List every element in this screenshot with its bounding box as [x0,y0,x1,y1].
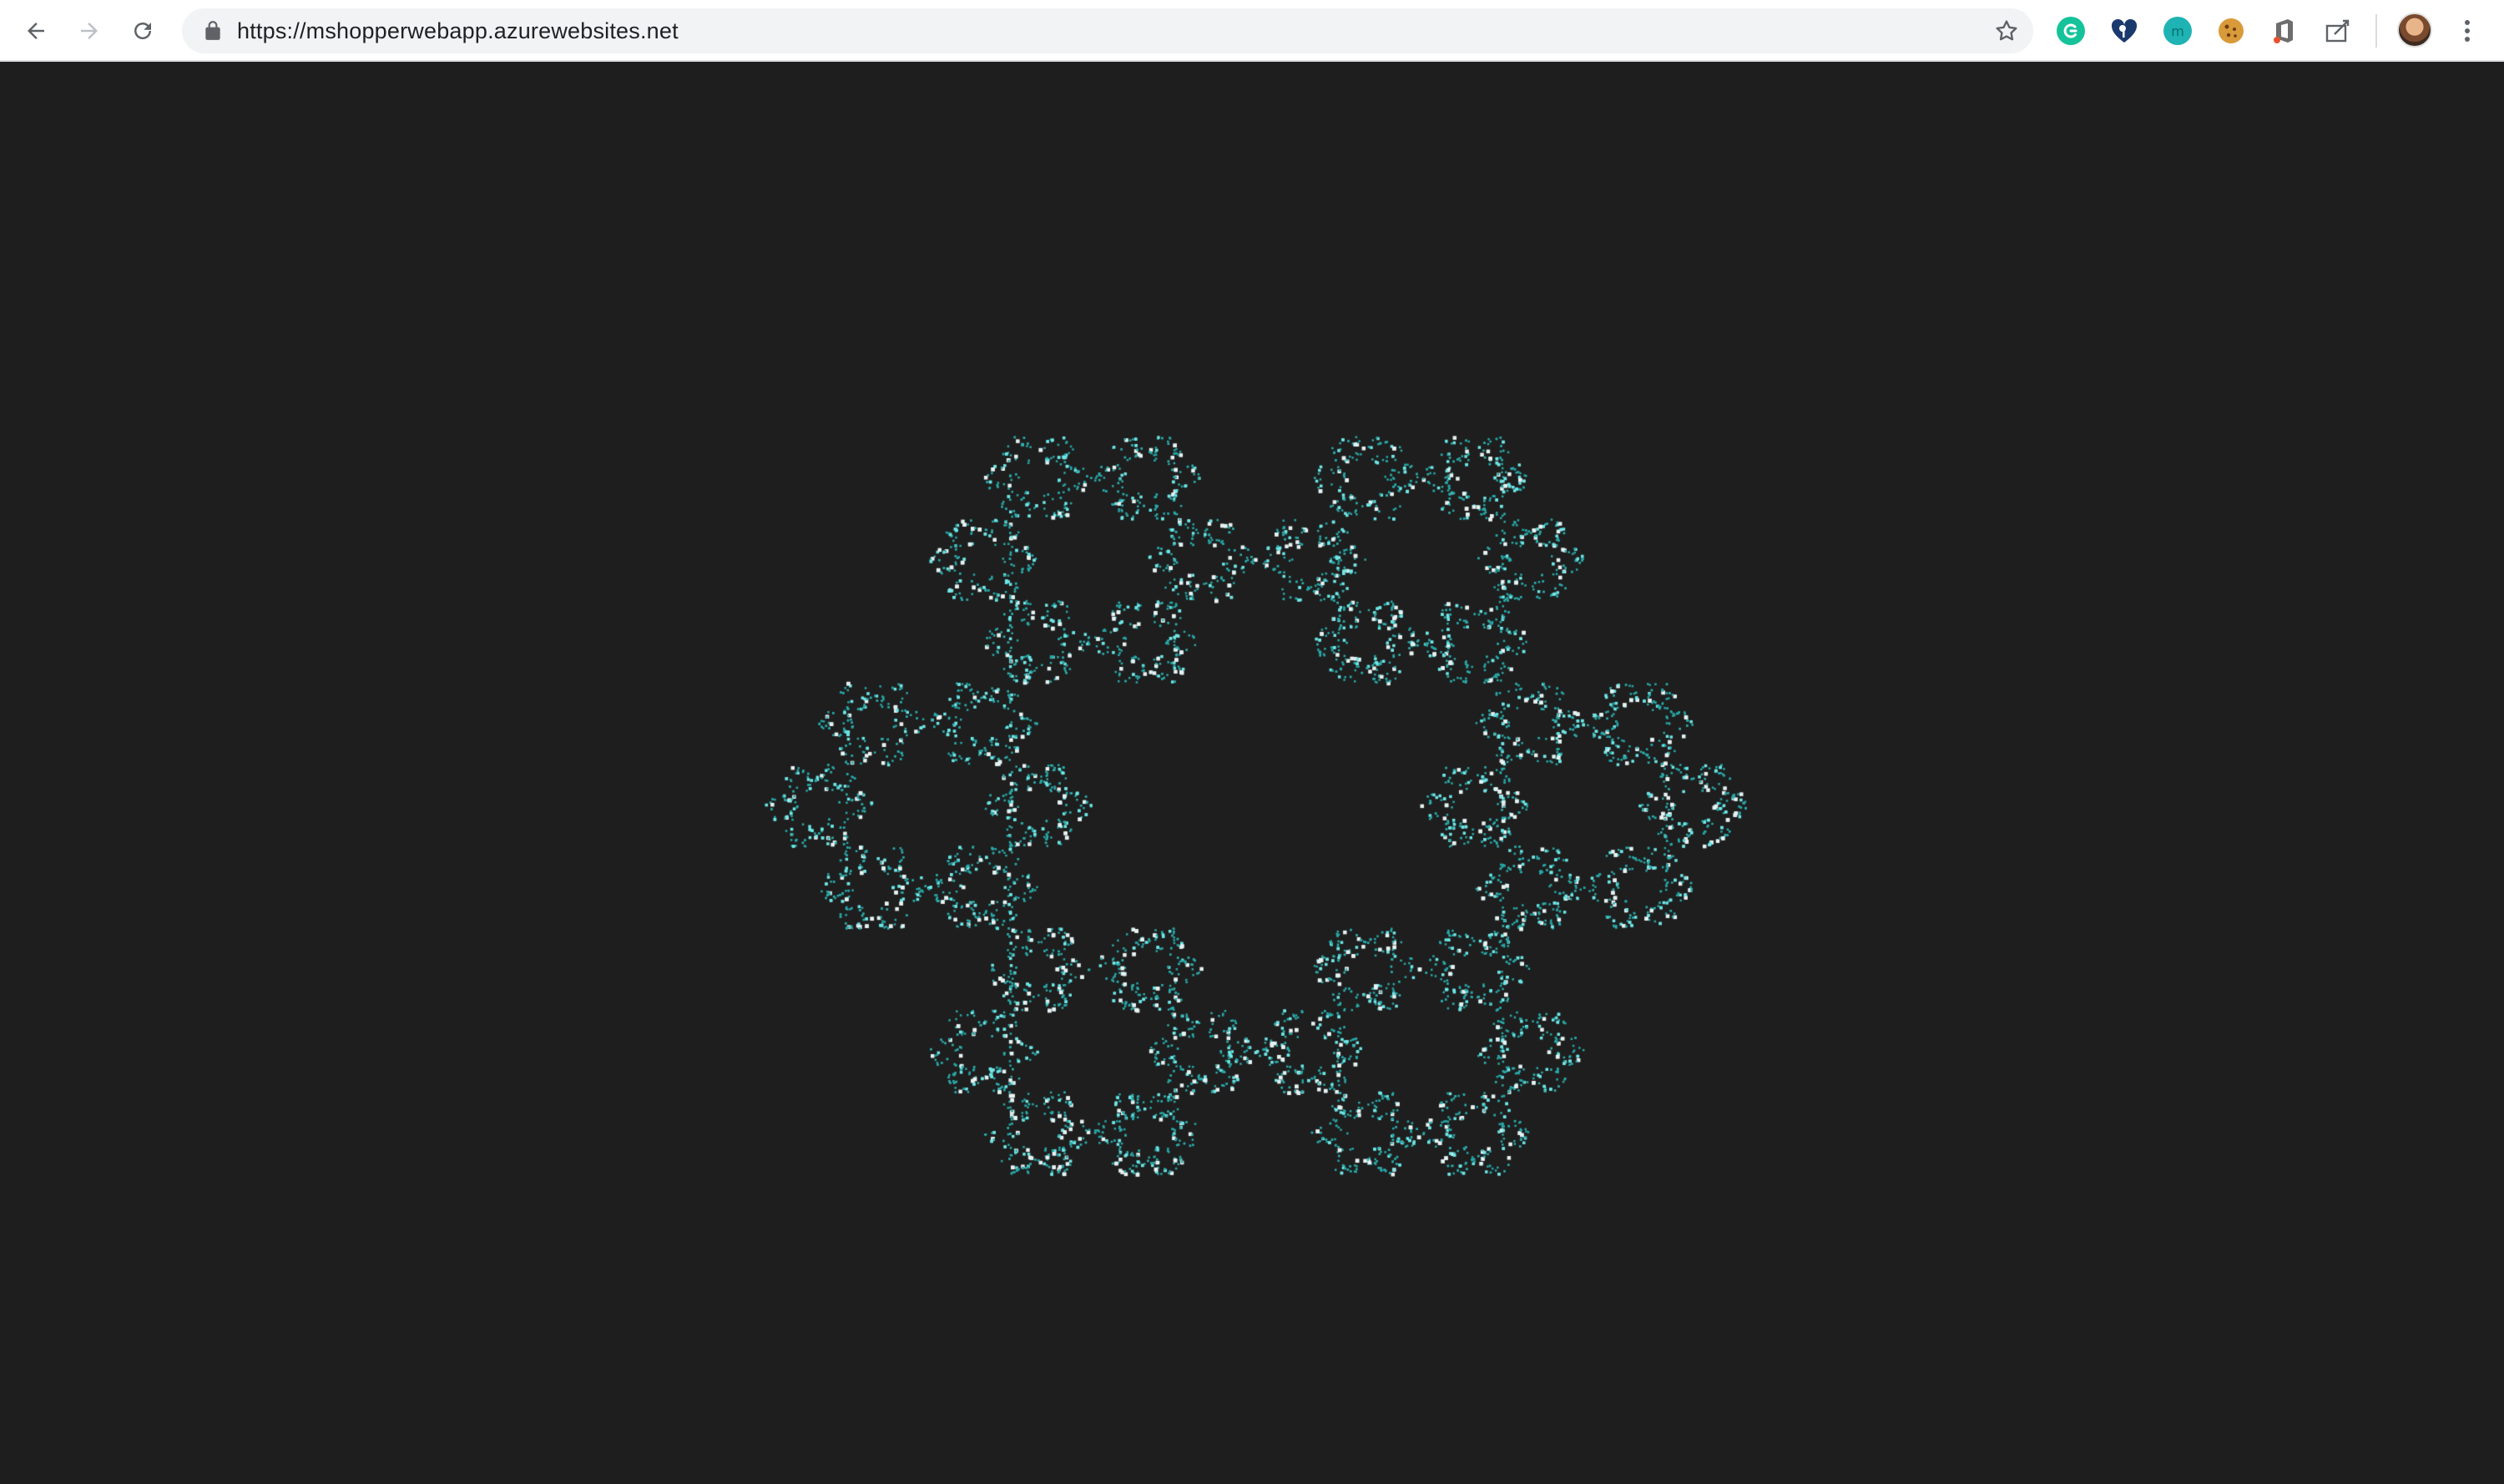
browser-toolbar: https://mshopperwebapp.azurewebsites.net… [0,0,2504,62]
reload-button[interactable] [124,12,162,50]
clip-icon[interactable] [2322,15,2354,47]
arrow-back-icon [28,23,44,39]
fractal-canvas [0,62,2504,1484]
grammarly-icon[interactable] [2055,15,2087,47]
back-button[interactable] [17,12,55,50]
bookmark-star-icon[interactable] [1993,18,2020,44]
cookie-icon[interactable] [2215,15,2247,47]
office-icon[interactable] [2269,15,2300,47]
vertical-dots-icon[interactable] [2457,14,2477,48]
page-content [0,62,2504,1484]
svg-text:m: m [2171,23,2184,39]
profile-avatar[interactable] [2397,13,2432,48]
mercury-icon[interactable]: m [2162,15,2194,47]
reload-icon [134,22,151,39]
arrow-forward-icon [81,23,98,39]
toolbar-separator [2375,14,2377,48]
lock-icon [205,21,220,40]
address-bar[interactable]: https://mshopperwebapp.azurewebsites.net [182,8,2033,53]
forward-button[interactable] [70,12,109,50]
url-text[interactable]: https://mshopperwebapp.azurewebsites.net [237,8,679,53]
heart-key-icon[interactable] [2108,15,2140,47]
